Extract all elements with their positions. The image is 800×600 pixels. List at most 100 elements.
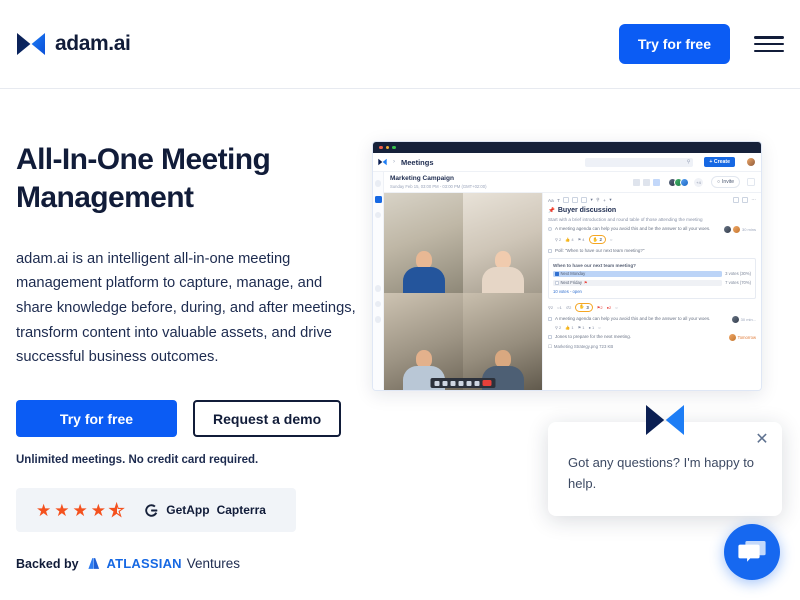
chevron-right-icon: ›	[393, 159, 395, 165]
image-icon[interactable]	[581, 197, 587, 203]
logo[interactable]: adam.ai	[16, 31, 131, 57]
attendee-overflow-count[interactable]: +4	[694, 177, 704, 187]
mock-meeting-header: Marketing Campaign Sunday Feb 15, 03:00 …	[384, 172, 761, 193]
mock-agenda-heading: 📌 Buyer discussion	[548, 207, 617, 214]
chevron-down-icon[interactable]: ▾	[609, 197, 611, 203]
capterra-label: Capterra	[216, 503, 266, 518]
hero-try-for-free-button[interactable]: Try for free	[16, 400, 177, 438]
rail-icon-4[interactable]	[374, 285, 382, 292]
rail-icon-active-calendar[interactable]	[374, 195, 382, 203]
list-item[interactable]: Poll: "When to have our next team meetin…	[548, 248, 756, 255]
poll-icon	[548, 249, 552, 253]
poll-question: When to have our next team meeting?	[553, 262, 636, 268]
mock-invite-button[interactable]: ○ Invite	[711, 176, 740, 188]
text-size-icon[interactable]: Aa	[548, 198, 554, 203]
page-title: All-In-One Meeting Management	[16, 143, 271, 214]
file-icon: ☐	[548, 343, 552, 349]
poll-icon[interactable]: ▾	[590, 197, 592, 203]
hamburger-menu-icon[interactable]	[754, 34, 784, 54]
record-icon[interactable]	[458, 380, 464, 386]
hero-copy: All-In-One Meeting Management adam.ai is…	[16, 141, 356, 571]
poll-option-row[interactable]: Next Monday 3 votes (30%)	[553, 270, 751, 278]
search-icon: ⚲	[686, 159, 691, 165]
attach-icon[interactable]: ⚲	[596, 197, 599, 203]
lock-icon[interactable]	[742, 197, 748, 203]
review-source-badges: GetApp Capterra	[144, 503, 266, 518]
panel-view-icon[interactable]	[653, 178, 661, 186]
rail-icon-5[interactable]	[374, 300, 382, 307]
avatar[interactable]	[746, 157, 756, 167]
camera-icon[interactable]	[442, 380, 448, 386]
participant-4[interactable]	[463, 292, 542, 390]
window-minimize-dot-icon	[385, 145, 389, 150]
adam-butterfly-logo-icon	[378, 158, 387, 166]
poll-footer[interactable]: 10 votes - open	[553, 289, 751, 294]
avatar	[723, 226, 731, 233]
pause-icon[interactable]	[466, 380, 472, 386]
avatar	[731, 315, 739, 323]
atlassian-ventures-logo[interactable]: ATLASSIAN Ventures	[87, 556, 240, 571]
reaction-link[interactable]: ⚲ 2	[555, 325, 561, 330]
list-item[interactable]: Jones to prepare for the next meeting. T…	[548, 333, 756, 341]
reaction-flag[interactable]: ⚑ 4	[578, 237, 585, 242]
mock-create-button[interactable]: + Create	[704, 157, 735, 167]
reaction-highlight[interactable]: ✋ 3	[575, 302, 593, 312]
rail-icon-3[interactable]	[374, 211, 382, 218]
radio-icon[interactable]	[548, 227, 552, 231]
reaction-flag[interactable]: ⚑ 1	[578, 325, 585, 330]
hero-description: adam.ai is an intelligent all-in-one mee…	[16, 250, 356, 366]
attendee-avatars	[668, 177, 690, 187]
screen-share-icon[interactable]	[450, 380, 456, 386]
checkbox-icon[interactable]	[572, 197, 578, 203]
rail-icon-1[interactable]	[374, 180, 382, 187]
reaction-pin[interactable]: ●2	[607, 305, 612, 310]
reaction-like[interactable]: 👍 1	[565, 325, 573, 330]
reaction-flag[interactable]: ⚑2	[597, 305, 603, 310]
list-item[interactable]: A meeting agenda can help you avoid this…	[548, 226, 756, 233]
more-icon[interactable]: ⋯	[751, 197, 756, 203]
reaction-comment[interactable]: ○1	[557, 305, 562, 310]
table-icon[interactable]	[563, 197, 569, 203]
reaction-more[interactable]: ○	[610, 237, 612, 242]
mock-attachment[interactable]: ☐ Marketing Strategy.png 723 KB	[548, 344, 756, 350]
reaction-like[interactable]: 👍 4	[565, 237, 573, 242]
grid-view-icon[interactable]	[633, 178, 641, 186]
reaction-highlight[interactable]: ✋ 2	[588, 235, 606, 244]
participant-1[interactable]	[384, 193, 463, 293]
reaction-pin[interactable]: ● 1	[589, 325, 595, 330]
chat-launcher-button[interactable]	[724, 524, 780, 580]
header-try-for-free-button[interactable]: Try for free	[618, 24, 730, 64]
request-a-demo-button[interactable]: Request a demo	[193, 400, 342, 438]
list-item[interactable]: A meeting agenda can help you avoid this…	[548, 315, 756, 323]
raised-hand-icon: ✋	[579, 304, 585, 310]
item-meta: 30 min...	[731, 315, 756, 323]
mic-icon[interactable]	[434, 380, 440, 386]
participant-2[interactable]	[463, 193, 542, 293]
reaction-more[interactable]: ○	[598, 325, 600, 330]
close-icon[interactable]: ✕	[754, 431, 770, 448]
reaction-link[interactable]: ⚲ 2	[555, 237, 561, 242]
text-format-icon[interactable]: T	[557, 198, 560, 203]
split-view-icon[interactable]	[643, 178, 651, 186]
mock-app-topbar: › Meetings ⚲ + Create	[373, 153, 761, 172]
checkbox-icon[interactable]	[548, 316, 552, 321]
mock-search-input[interactable]: ⚲	[585, 157, 694, 167]
reaction-link[interactable]: ⚲2	[548, 305, 553, 310]
plus-icon[interactable]: +	[603, 198, 606, 203]
assign-icon[interactable]	[733, 197, 739, 203]
checkbox-icon[interactable]	[555, 281, 559, 285]
comment-icon[interactable]	[747, 178, 755, 186]
rail-icon-6[interactable]	[374, 316, 382, 323]
rating-badge-card[interactable]: ★ ★ ★ ★ ★ GetApp Capterra	[16, 488, 296, 533]
reaction-reply[interactable]: ↺2	[566, 305, 572, 310]
checkbox-icon[interactable]	[548, 334, 552, 339]
poll-option-row[interactable]: Next Friday ⚑ 7 votes (70%)	[553, 279, 751, 287]
more-icon[interactable]	[474, 380, 480, 386]
participant-3[interactable]	[384, 292, 463, 390]
raised-hand-icon: ✋	[592, 236, 598, 242]
checkbox-icon[interactable]	[555, 272, 559, 276]
mock-meeting-name: Marketing Campaign	[390, 175, 454, 183]
end-call-icon[interactable]	[482, 380, 492, 386]
getapp-label: GetApp	[166, 503, 210, 518]
reaction-more[interactable]: ○	[615, 305, 617, 310]
